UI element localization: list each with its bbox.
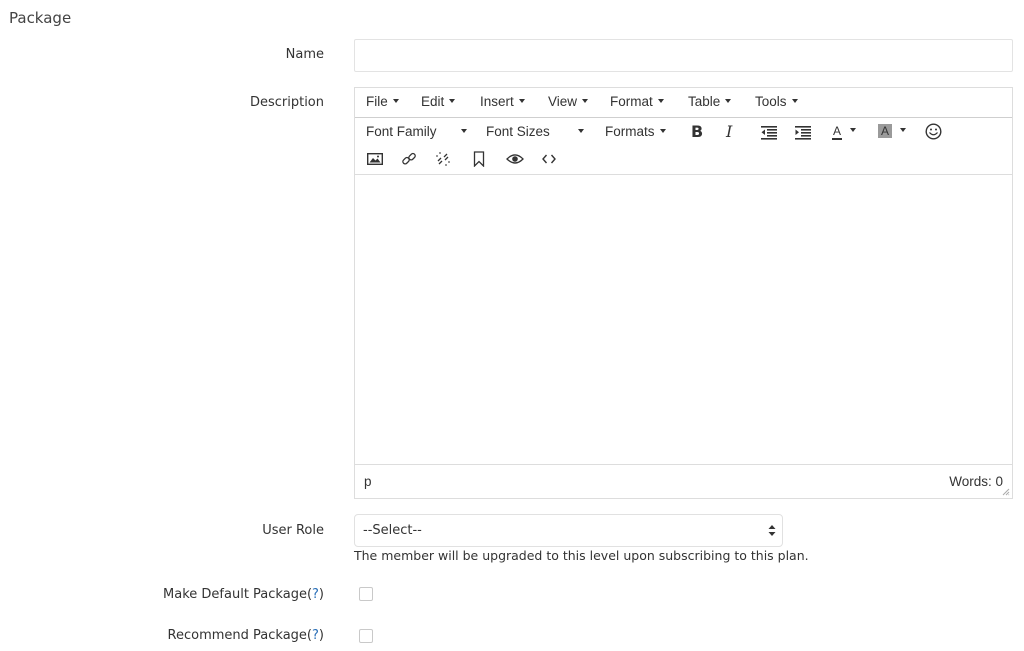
menu-view[interactable]: View: [548, 94, 589, 109]
chevron-down-icon: [392, 99, 399, 104]
text-color-icon: A: [832, 124, 843, 140]
formats-dropdown[interactable]: Formats: [605, 124, 666, 139]
recommend-label: Recommend Package(?): [168, 628, 324, 643]
editor-content-area[interactable]: [355, 175, 1012, 465]
menu-insert-label: Insert: [480, 94, 514, 109]
emoticons-icon[interactable]: [925, 123, 942, 140]
image-icon[interactable]: [367, 153, 383, 165]
rich-text-editor: File Edit Insert View Format Table Tools…: [354, 87, 1013, 499]
font-family-dropdown[interactable]: Font Family: [366, 124, 467, 139]
menu-edit[interactable]: Edit: [421, 94, 456, 109]
chevron-down-icon: [900, 128, 907, 133]
name-label: Name: [285, 47, 324, 62]
bold-icon[interactable]: B: [691, 122, 703, 141]
font-family-label: Font Family: [366, 124, 437, 139]
user-role-label: User Role: [262, 523, 324, 538]
editor-menubar: File Edit Insert View Format Table Tools: [355, 88, 1012, 118]
italic-icon[interactable]: I: [726, 122, 732, 141]
indent-icon[interactable]: [795, 126, 811, 140]
menu-file[interactable]: File: [366, 94, 399, 109]
chevron-down-icon: [725, 99, 732, 104]
chevron-down-icon: [657, 99, 664, 104]
background-color-icon: A: [878, 124, 893, 138]
chevron-down-icon: [577, 129, 584, 134]
menu-file-label: File: [366, 94, 388, 109]
menu-format-label: Format: [610, 94, 653, 109]
menu-edit-label: Edit: [421, 94, 445, 109]
menu-format[interactable]: Format: [610, 94, 664, 109]
chevron-down-icon: [659, 129, 666, 134]
editor-toolbar: Font Family Font Sizes Formats B I A A: [355, 118, 1012, 175]
chevron-down-icon: [791, 99, 798, 104]
font-sizes-dropdown[interactable]: Font Sizes: [486, 124, 584, 139]
background-color-button[interactable]: A: [878, 123, 907, 138]
editor-statusbar: p Words: 0: [355, 464, 1012, 498]
section-title: Package: [9, 9, 72, 27]
description-label: Description: [249, 95, 324, 110]
recommend-checkbox[interactable]: [359, 629, 373, 643]
bookmark-icon[interactable]: [473, 151, 485, 167]
unlink-icon[interactable]: [435, 151, 451, 167]
menu-tools-label: Tools: [755, 94, 787, 109]
resize-handle-icon[interactable]: [1002, 488, 1010, 496]
recommend-label-text: Recommend Package(: [167, 628, 313, 643]
chevron-down-icon: [850, 128, 857, 133]
menu-table[interactable]: Table: [688, 94, 732, 109]
make-default-label-text: Make Default Package(: [163, 587, 313, 602]
text-color-button[interactable]: A: [832, 123, 857, 140]
make-default-label: Make Default Package(?): [163, 587, 324, 602]
font-sizes-label: Font Sizes: [486, 124, 550, 139]
menu-view-label: View: [548, 94, 578, 109]
chevron-down-icon: [460, 129, 467, 134]
menu-table-label: Table: [688, 94, 721, 109]
user-role-select[interactable]: --Select--: [354, 514, 783, 547]
word-count: Words: 0: [949, 474, 1003, 489]
make-default-checkbox[interactable]: [359, 587, 373, 601]
chevron-down-icon: [582, 99, 589, 104]
menu-tools[interactable]: Tools: [755, 94, 798, 109]
user-role-selected: --Select--: [363, 523, 422, 538]
outdent-icon[interactable]: [761, 126, 777, 140]
chevron-down-icon: [449, 99, 456, 104]
preview-icon[interactable]: [506, 153, 524, 165]
formats-label: Formats: [605, 124, 655, 139]
select-arrows-icon: [768, 525, 776, 536]
make-default-help-link[interactable]: ?: [312, 587, 319, 602]
recommend-help-link[interactable]: ?: [312, 628, 319, 643]
element-path[interactable]: p: [364, 474, 372, 489]
link-icon[interactable]: [401, 151, 417, 167]
recommend-label-end: ): [318, 628, 324, 643]
user-role-help-text: The member will be upgraded to this leve…: [354, 548, 809, 563]
make-default-label-end: ): [318, 587, 324, 602]
name-input[interactable]: [354, 39, 1013, 72]
chevron-down-icon: [518, 99, 525, 104]
menu-insert[interactable]: Insert: [480, 94, 525, 109]
code-icon[interactable]: [542, 154, 556, 164]
